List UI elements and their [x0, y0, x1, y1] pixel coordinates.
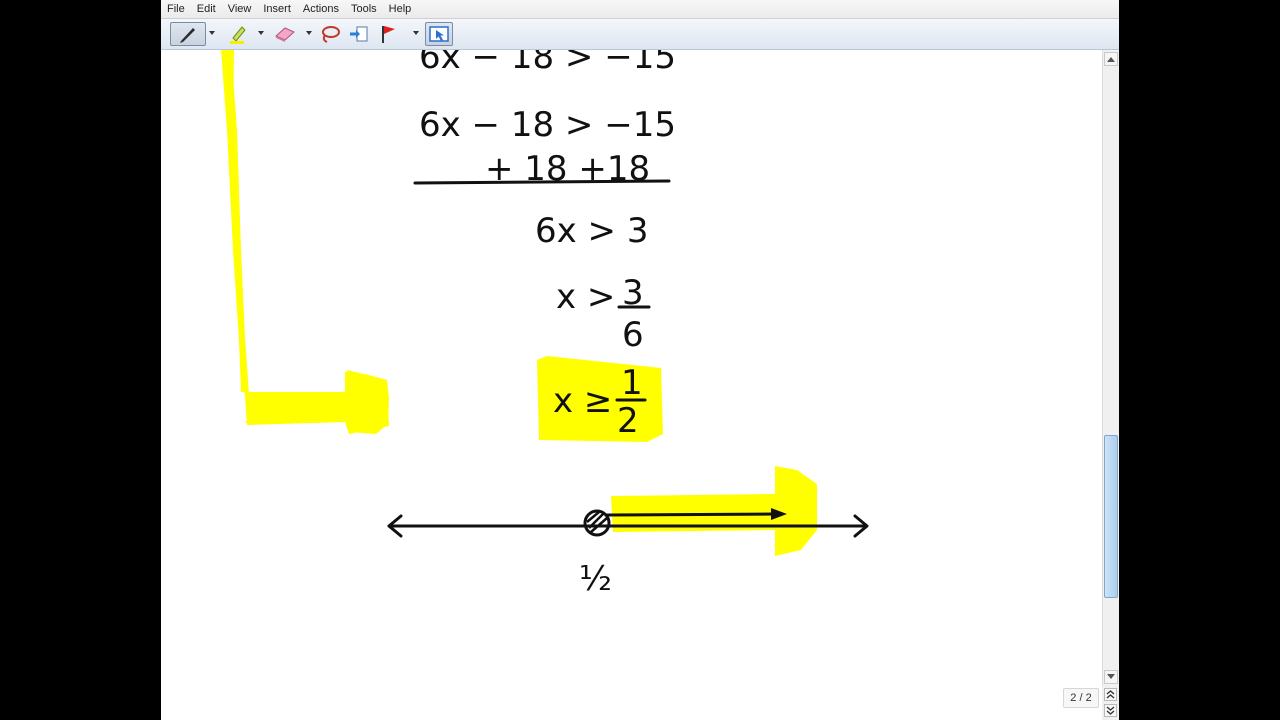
highlighter-dropdown-arrow[interactable] — [258, 31, 264, 35]
closed-point-marker — [583, 509, 611, 537]
eraser-dropdown-arrow[interactable] — [306, 31, 312, 35]
vertical-scrollbar[interactable] — [1102, 50, 1119, 686]
insert-space-tool-button[interactable] — [346, 22, 372, 46]
double-chevron-down-icon — [1106, 706, 1115, 715]
scroll-up-button[interactable] — [1104, 52, 1118, 66]
lasso-icon — [319, 24, 341, 44]
pen-tool-button[interactable] — [170, 22, 206, 46]
pen-icon — [177, 24, 199, 44]
app-window: File Edit View Insert Actions Tools Help — [161, 0, 1119, 720]
page-navigation — [1102, 686, 1119, 720]
menu-help[interactable]: Help — [383, 1, 418, 17]
sum-underline — [413, 179, 671, 185]
select-tool-button[interactable] — [425, 22, 453, 46]
double-chevron-up-icon — [1106, 690, 1115, 699]
menu-bar: File Edit View Insert Actions Tools Help — [161, 0, 1119, 19]
equation-line-4-lhs: x > — [556, 277, 615, 317]
scroll-thumb[interactable] — [1104, 435, 1118, 598]
equation-line-5-lhs: x ≥ — [553, 381, 612, 421]
equation-line-5-denominator: 2 — [617, 401, 639, 441]
previous-page-button[interactable] — [1104, 688, 1117, 701]
equation-line-1: 6x − 18 > −15 — [419, 105, 676, 145]
lasso-tool-button[interactable] — [317, 22, 343, 46]
pen-dropdown-arrow[interactable] — [209, 31, 215, 35]
eraser-icon — [273, 24, 297, 44]
menu-insert[interactable]: Insert — [257, 1, 297, 17]
whiteboard-canvas[interactable]: 6x − 18 > −15 6x − 18 > −15 + 18 +18 6x … — [161, 50, 1102, 720]
flag-dropdown-arrow[interactable] — [413, 31, 419, 35]
number-line-highlight-arrow — [611, 466, 817, 556]
equation-line-4-denominator: 6 — [622, 315, 644, 355]
scroll-down-button[interactable] — [1104, 670, 1118, 684]
menu-edit[interactable]: Edit — [191, 1, 222, 17]
chevron-down-icon — [1107, 674, 1115, 679]
flag-icon — [378, 23, 400, 45]
chevron-up-icon — [1107, 57, 1115, 62]
highlighter-bracket-arrow — [221, 50, 389, 434]
menu-tools[interactable]: Tools — [345, 1, 383, 17]
equation-line-top-clipped: 6x − 18 > −15 — [419, 50, 676, 77]
flag-tool-button[interactable] — [376, 22, 402, 46]
equation-line-3: 6x > 3 — [535, 211, 649, 251]
page-indicator: 2 / 2 — [1063, 688, 1099, 708]
toolbar — [161, 19, 1119, 50]
highlighter-tool-button[interactable] — [225, 22, 251, 46]
number-line-label: ½ — [579, 559, 612, 599]
eraser-tool-button[interactable] — [271, 22, 299, 46]
menu-file[interactable]: File — [161, 1, 191, 17]
menu-actions[interactable]: Actions — [297, 1, 345, 17]
equation-line-5-numerator: 1 — [621, 363, 643, 403]
select-arrow-icon — [428, 24, 450, 44]
next-page-button[interactable] — [1104, 704, 1117, 717]
highlighter-icon — [227, 23, 249, 45]
menu-view[interactable]: View — [222, 1, 258, 17]
insert-space-icon — [348, 24, 370, 44]
